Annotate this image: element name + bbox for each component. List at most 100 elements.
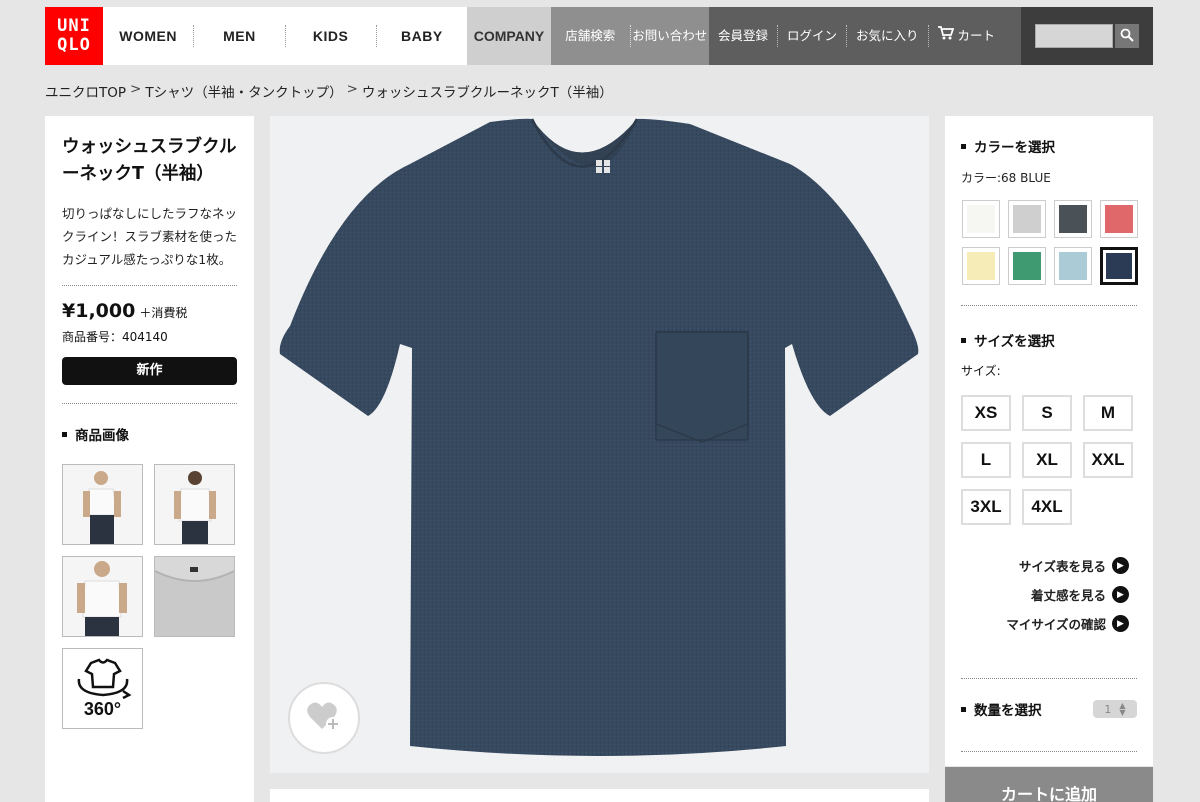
quantity-heading-label: 数量を選択 (974, 703, 1042, 719)
size-options: XS S M L XL XXL 3XL 4XL (961, 395, 1137, 525)
size-option[interactable]: S (1022, 395, 1072, 431)
arrow-right-icon: ▶ (1112, 557, 1129, 574)
quantity-value: 1 (1104, 702, 1112, 716)
logo-line-1: UNI (57, 16, 91, 36)
main-nav: WOMEN MEN KIDS BABY (103, 7, 467, 65)
color-swatch[interactable] (1100, 200, 1138, 238)
breadcrumb-separator: > (346, 81, 358, 97)
nav-kids[interactable]: KIDS (286, 25, 377, 47)
quantity-select[interactable]: 1 ▲ ▼ (1093, 700, 1137, 718)
divider (961, 305, 1137, 306)
tshirt-image (279, 118, 919, 757)
add-to-cart-button[interactable]: カートに追加 (945, 767, 1153, 802)
color-swatch[interactable] (962, 200, 1000, 238)
new-badge: 新作 (62, 357, 237, 385)
rotate-360-icon (73, 657, 133, 703)
breadcrumb-category[interactable]: Tシャツ（半袖・タンクトップ） (145, 81, 342, 101)
search-area (1021, 7, 1153, 65)
my-size-link[interactable]: マイサイズの確認 ▶ (961, 609, 1129, 638)
fit-link[interactable]: 着丈感を見る ▶ (961, 580, 1129, 609)
nav-baby[interactable]: BABY (377, 25, 467, 47)
size-heading-label: サイズを選択 (974, 334, 1055, 350)
search-button[interactable] (1115, 24, 1139, 48)
thumbnail-model-back[interactable] (154, 464, 235, 545)
color-swatches (962, 200, 1138, 285)
size-option[interactable]: XXL (1083, 442, 1133, 478)
color-swatch-fill (967, 252, 995, 280)
color-heading-label: カラーを選択 (974, 140, 1055, 156)
size-option[interactable]: 3XL (961, 489, 1011, 525)
purchase-panel: カラーを選択 カラー:68 BLUE サイズを選択 サイズ: XS S M L XL XX… (945, 116, 1153, 766)
heart-add-icon (306, 699, 342, 737)
product-price: ¥1,000 (62, 300, 136, 322)
color-swatch-fill (1059, 205, 1087, 233)
bullet-icon (961, 706, 966, 712)
color-swatch[interactable] (1054, 200, 1092, 238)
thumbnail-360-view[interactable]: 360° (62, 648, 143, 729)
main-product-image[interactable] (270, 116, 929, 773)
nav-favorites[interactable]: お気に入り (847, 25, 929, 47)
nav-women[interactable]: WOMEN (103, 25, 195, 47)
search-icon (1120, 27, 1134, 46)
nav-company[interactable]: COMPANY (467, 7, 551, 65)
selected-color-label: カラー:68 BLUE (961, 171, 1051, 185)
thumbnail-model-front[interactable] (62, 464, 143, 545)
search-input[interactable] (1035, 24, 1113, 48)
size-option[interactable]: M (1083, 395, 1133, 431)
tax-note: ＋消費税 (139, 306, 188, 320)
quantity-row: 数量を選択 1 ▲ ▼ (961, 699, 1137, 719)
color-swatch[interactable] (1008, 247, 1046, 285)
nav-cart[interactable]: カート (929, 25, 1005, 47)
nav-login[interactable]: ログイン (778, 25, 848, 47)
color-swatch[interactable] (1100, 247, 1138, 285)
size-chart-link[interactable]: サイズ表を見る ▶ (961, 551, 1129, 580)
color-heading: カラーを選択 (961, 136, 1137, 156)
divider (961, 751, 1137, 752)
nav-store-search[interactable]: 店舗検索 (551, 25, 631, 47)
breadcrumb: ユニクロTOP > Tシャツ（半袖・タンクトップ） > ウォッシュスラブクルーネ… (45, 81, 613, 101)
size-option[interactable]: L (961, 442, 1011, 478)
global-header: UNI QLO WOMEN MEN KIDS BABY COMPANY 店舗検索… (45, 7, 1153, 65)
nav-register[interactable]: 会員登録 (709, 25, 779, 47)
my-size-link-label: マイサイズの確認 (1006, 617, 1106, 632)
info-nav: 店舗検索 お問い合わせ (551, 7, 709, 65)
price-row: ¥1,000 ＋消費税 (62, 300, 237, 322)
thumbnail-model-closeup[interactable] (62, 556, 143, 637)
color-swatch-fill (1059, 252, 1087, 280)
product-title: ウォッシュスラブクルーネックT（半袖） (62, 137, 237, 184)
color-swatch-fill (1013, 205, 1041, 233)
bullet-icon (961, 143, 966, 149)
nav-men[interactable]: MEN (194, 25, 286, 47)
bullet-icon (62, 431, 67, 437)
nav-cart-label: カート (957, 28, 996, 43)
uniqlo-logo[interactable]: UNI QLO (45, 7, 103, 65)
divider (62, 403, 237, 404)
color-swatch-fill (1105, 205, 1133, 233)
arrow-right-icon: ▶ (1112, 586, 1129, 603)
user-nav: 会員登録 ログイン お気に入り カート (709, 7, 1021, 65)
bullet-icon (961, 337, 966, 343)
color-swatch[interactable] (1054, 247, 1092, 285)
color-swatch[interactable] (1008, 200, 1046, 238)
color-swatch-fill (1106, 253, 1132, 279)
view-360-label: 360° (83, 699, 122, 719)
color-swatch[interactable] (962, 247, 1000, 285)
color-swatch-fill (967, 205, 995, 233)
thumbnail-fabric-detail[interactable] (154, 556, 235, 637)
size-option[interactable]: XL (1022, 442, 1072, 478)
size-chart-link-label: サイズ表を見る (1018, 559, 1106, 574)
size-option[interactable]: XS (961, 395, 1011, 431)
size-option[interactable]: 4XL (1022, 489, 1072, 525)
fit-link-label: 着丈感を見る (1030, 588, 1106, 603)
breadcrumb-current: ウォッシュスラブクルーネックT（半袖） (361, 85, 613, 101)
size-label: サイズ: (961, 364, 1001, 378)
size-links: サイズ表を見る ▶ 着丈感を見る ▶ マイサイズの確認 ▶ (961, 551, 1137, 638)
cart-icon (937, 25, 954, 47)
product-info-panel: ウォッシュスラブクルーネックT（半袖） 切りっぱなしにしたラフなネックライン！ス… (45, 116, 254, 802)
quantity-heading: 数量を選択 (961, 699, 1042, 719)
breadcrumb-top[interactable]: ユニクロTOP (45, 81, 126, 101)
size-heading: サイズを選択 (961, 330, 1137, 350)
nav-contact[interactable]: お問い合わせ (631, 25, 710, 47)
favorite-button[interactable] (288, 682, 360, 754)
breadcrumb-separator: > (130, 81, 142, 97)
